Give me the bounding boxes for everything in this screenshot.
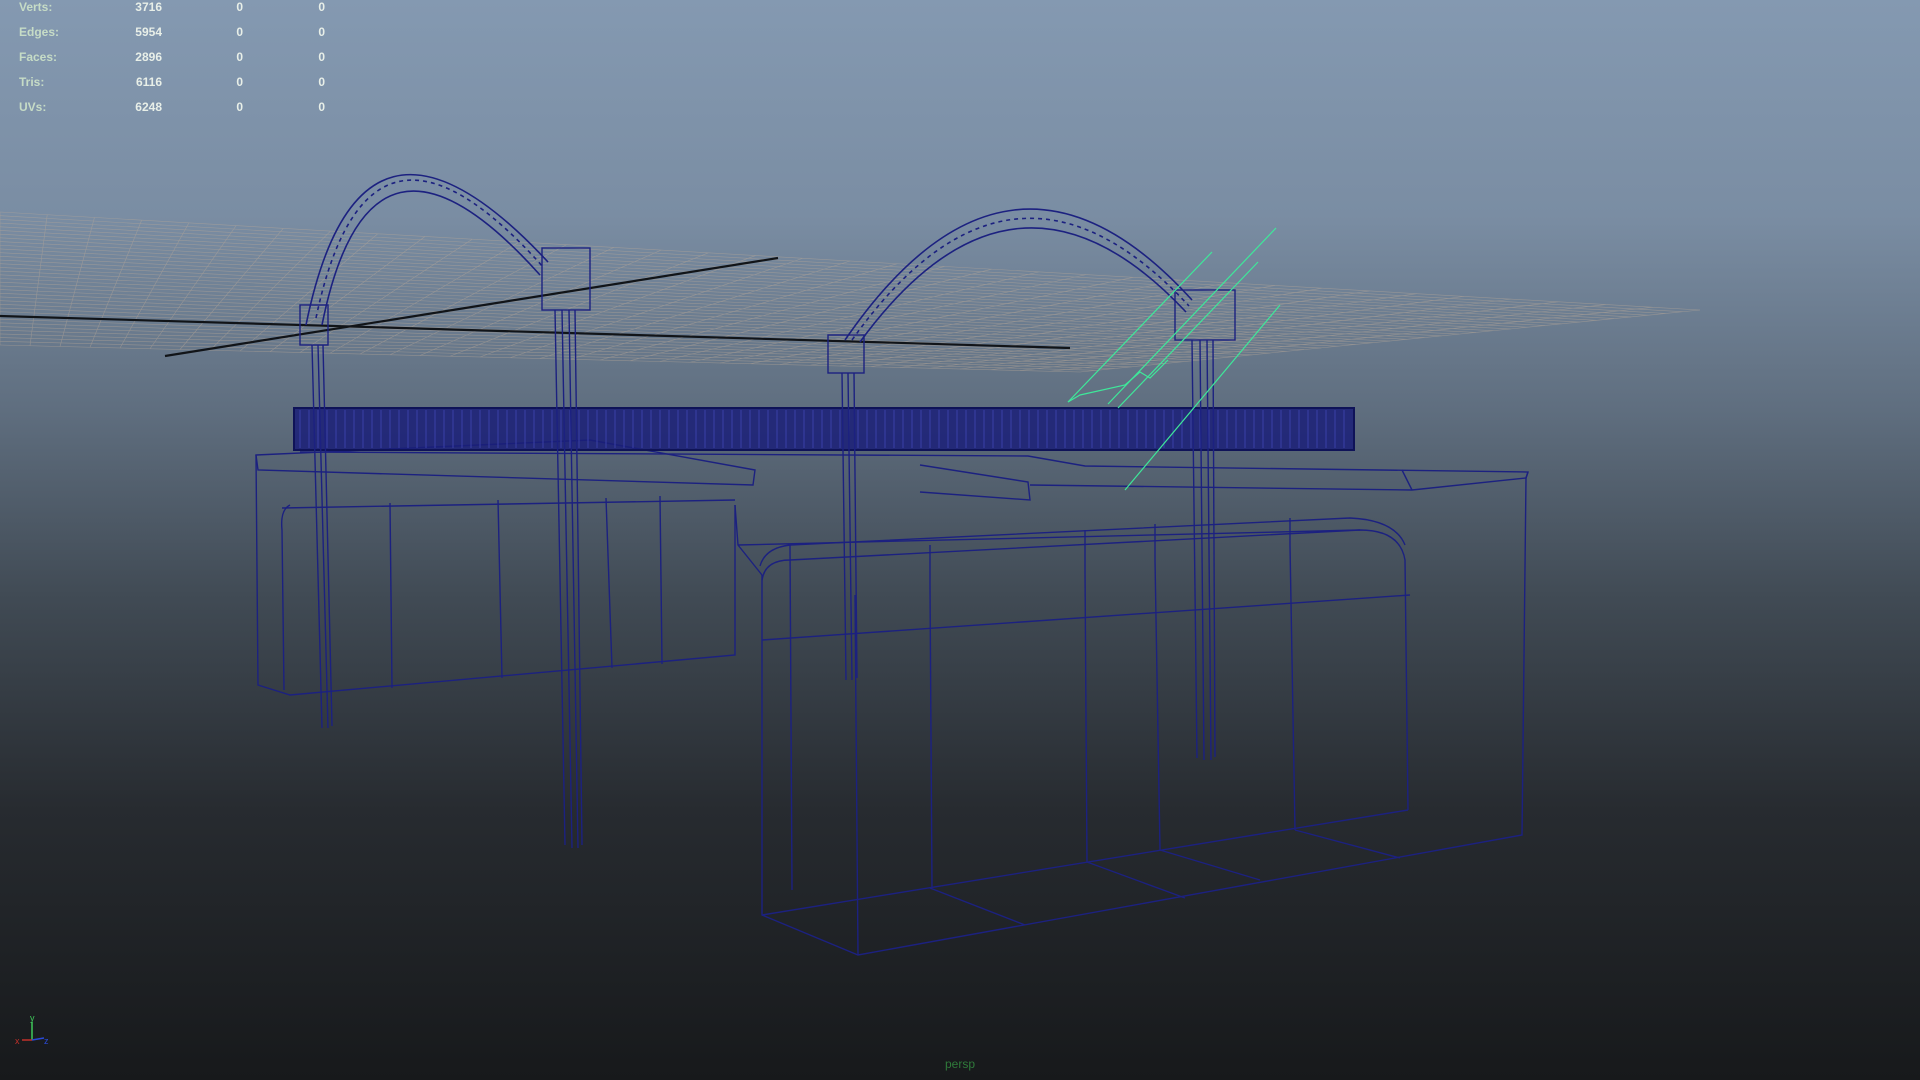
hud-row-uvs: UVs: 6248 0 0 <box>0 100 340 116</box>
hud-row-tris: Tris: 6116 0 0 <box>0 75 340 91</box>
axis-x-label: x <box>15 1036 20 1046</box>
hud-value-object: 3716 <box>135 0 162 14</box>
hud-value-selected: 0 <box>236 75 243 89</box>
tunnel-body-wireframe <box>255 439 1529 956</box>
hud-value-component: 0 <box>318 0 325 14</box>
hud-value-selected: 0 <box>236 25 243 39</box>
axis-y-label: y <box>30 1014 35 1023</box>
hud-row-verts: Verts: 3716 0 0 <box>0 0 340 16</box>
hud-label: Verts: <box>19 0 53 14</box>
hud-value-selected: 0 <box>236 100 243 114</box>
left-arch-wireframe <box>305 174 549 326</box>
hud-value-component: 0 <box>318 75 325 89</box>
axis-gizmo-icon: y x z <box>15 1014 49 1046</box>
hud-label: UVs: <box>19 100 47 114</box>
perspective-viewport[interactable]: Verts: 3716 0 0 Edges: 5954 0 0 Faces: 2… <box>0 0 1920 1080</box>
hud-value-object: 6248 <box>135 100 162 114</box>
hud-value-component: 0 <box>318 100 325 114</box>
hud-value-component: 0 <box>318 25 325 39</box>
deck-railing-wireframe <box>293 407 1355 451</box>
camera-name-label: persp <box>944 1057 976 1071</box>
wireframe-scene[interactable] <box>0 0 1920 1080</box>
hud-value-selected: 0 <box>236 50 243 64</box>
hud-label: Tris: <box>19 75 45 89</box>
hud-label: Edges: <box>19 25 60 39</box>
axis-z-label: z <box>44 1036 49 1046</box>
hud-value-object: 2896 <box>135 50 162 64</box>
right-arch-wireframe <box>844 208 1193 343</box>
hud-row-edges: Edges: 5954 0 0 <box>0 25 340 41</box>
ground-grid <box>0 211 1701 373</box>
hud-value-selected: 0 <box>236 0 243 14</box>
hud-value-object: 5954 <box>135 25 162 39</box>
hud-label: Faces: <box>19 50 58 64</box>
hud-value-component: 0 <box>318 50 325 64</box>
hud-value-object: 6116 <box>135 75 162 89</box>
hud-row-faces: Faces: 2896 0 0 <box>0 50 340 66</box>
